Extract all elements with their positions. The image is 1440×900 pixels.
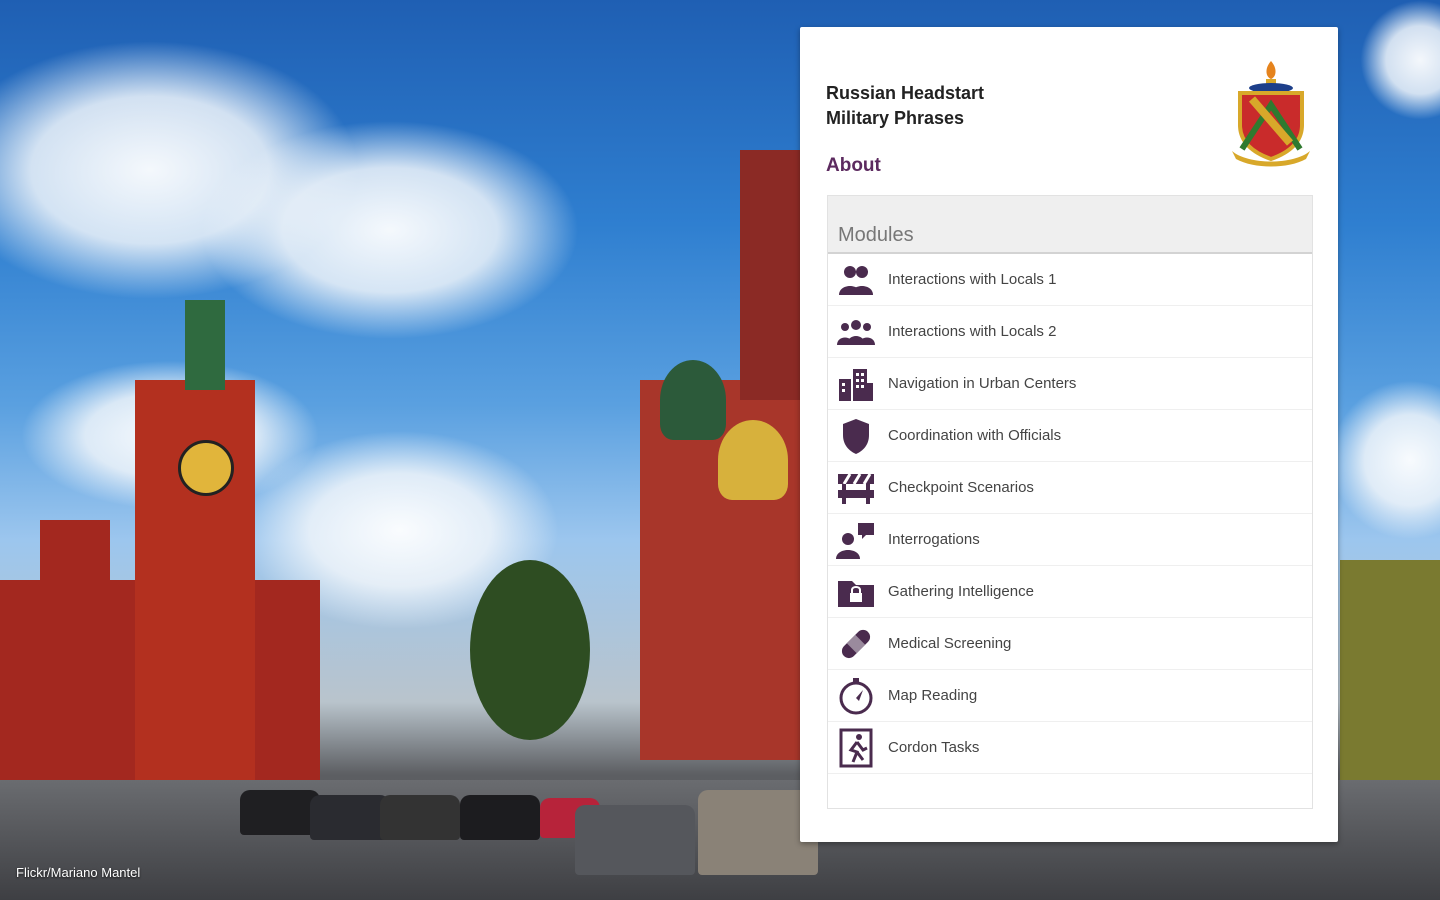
- module-label: Map Reading: [888, 687, 978, 704]
- crest-logo: [1232, 61, 1310, 167]
- app-title: Russian Headstart Military Phrases: [826, 81, 984, 131]
- about-link[interactable]: About: [826, 155, 881, 177]
- module-item-interactions-locals-2[interactable]: Interactions with Locals 2: [828, 306, 1312, 358]
- app-title-line2: Military Phrases: [826, 108, 965, 128]
- speech-person-icon: [836, 520, 876, 560]
- modules-list: Interactions with Locals 1 Interactions …: [828, 254, 1312, 774]
- module-label: Interrogations: [888, 531, 980, 548]
- module-item-gathering-intelligence[interactable]: Gathering Intelligence: [828, 566, 1312, 618]
- locked-folder-icon: [836, 572, 876, 612]
- group-people-icon: [836, 312, 876, 352]
- module-label: Navigation in Urban Centers: [888, 375, 1077, 392]
- module-label: Coordination with Officials: [888, 427, 1062, 444]
- module-label: Interactions with Locals 1: [888, 271, 1057, 288]
- module-item-navigation-urban[interactable]: Navigation in Urban Centers: [828, 358, 1312, 410]
- module-item-interactions-locals-1[interactable]: Interactions with Locals 1: [828, 254, 1312, 306]
- app-title-line1: Russian Headstart: [826, 83, 985, 103]
- barrier-icon: [836, 468, 876, 508]
- module-label: Interactions with Locals 2: [888, 323, 1057, 340]
- module-item-map-reading[interactable]: Map Reading: [828, 670, 1312, 722]
- buildings-icon: [836, 364, 876, 404]
- module-item-cordon-tasks[interactable]: Cordon Tasks: [828, 722, 1312, 774]
- photo-credit: Flickr/Mariano Mantel: [16, 865, 141, 880]
- module-label: Checkpoint Scenarios: [888, 479, 1034, 496]
- main-card: Russian Headstart Military Phrases About…: [800, 27, 1338, 842]
- module-item-medical-screening[interactable]: Medical Screening: [828, 618, 1312, 670]
- module-item-coordination-officials[interactable]: Coordination with Officials: [828, 410, 1312, 462]
- compass-icon: [836, 676, 876, 716]
- bandage-icon: [836, 624, 876, 664]
- modules-title: Modules: [838, 224, 914, 246]
- badge-shield-icon: [836, 416, 876, 456]
- module-item-checkpoint[interactable]: Checkpoint Scenarios: [828, 462, 1312, 514]
- exit-running-icon: [836, 728, 876, 768]
- module-item-interrogations[interactable]: Interrogations: [828, 514, 1312, 566]
- module-label: Gathering Intelligence: [888, 583, 1034, 600]
- modules-header: Modules: [828, 196, 1312, 254]
- two-people-icon: [836, 260, 876, 300]
- module-label: Cordon Tasks: [888, 739, 980, 756]
- module-label: Medical Screening: [888, 635, 1012, 652]
- modules-panel: Modules Interactions with Locals 1 Inter…: [827, 195, 1313, 809]
